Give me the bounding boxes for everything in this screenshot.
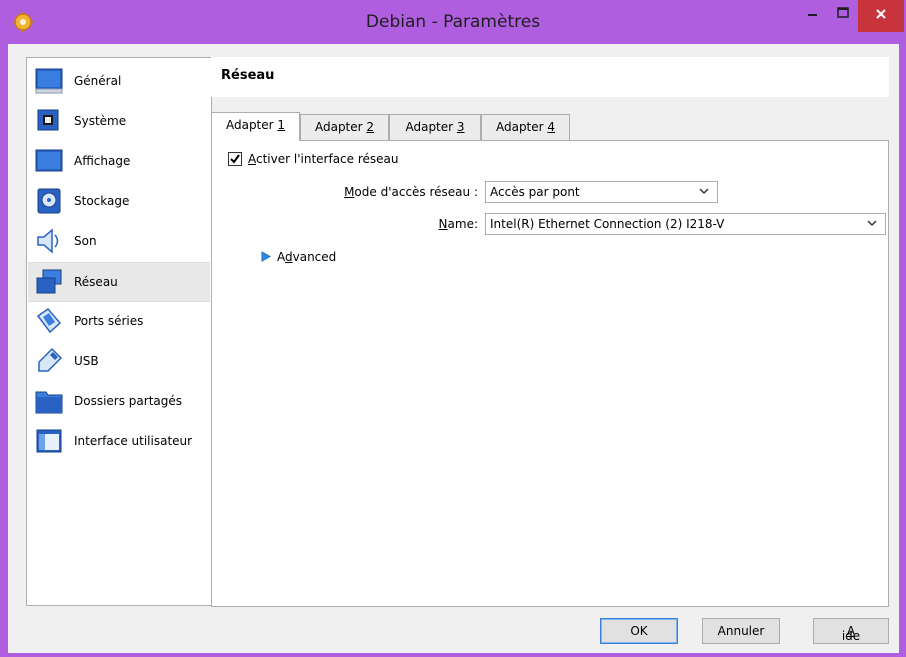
maximize-icon (837, 7, 849, 18)
sidebar-item-label: Dossiers partagés (74, 394, 183, 408)
label-text: ame: (447, 217, 478, 231)
tab-adapter-4[interactable]: Adapter 4 (481, 114, 570, 140)
tab-label: Adapter (314, 120, 367, 134)
sidebar-item-label: Système (74, 114, 127, 128)
checkmark-icon (230, 154, 240, 164)
sidebar-item-label: Général (74, 74, 122, 88)
ok-button[interactable]: OK (600, 618, 678, 644)
display-monitor-icon (35, 149, 63, 172)
expand-triangle-icon (261, 251, 271, 262)
close-icon (876, 9, 886, 19)
tab-label: Adapter (225, 118, 278, 132)
sidebar-item-storage[interactable]: Stockage (28, 182, 210, 222)
close-button[interactable] (858, 0, 904, 32)
sidebar-item-label: Stockage (74, 194, 130, 208)
sidebar-item-general[interactable]: Général (28, 62, 210, 102)
sidebar-item-display[interactable]: Affichage (28, 142, 210, 182)
sidebar-item-user-interface[interactable]: Interface utilisateur (28, 422, 210, 462)
system-chip-icon (37, 109, 59, 131)
sidebar-item-audio[interactable]: Son (28, 222, 210, 262)
sidebar-item-label: Ports séries (74, 314, 144, 328)
button-label: Annuler (717, 624, 765, 638)
tab-adapter-2[interactable]: Adapter 2 (300, 114, 389, 140)
chevron-down-icon (699, 188, 709, 195)
window-title: Debian - Paramètres (365, 12, 541, 32)
general-icon (35, 68, 63, 94)
minimize-button[interactable] (796, 0, 829, 32)
tab-adapter-3[interactable]: Adapter 3 (389, 114, 481, 140)
sidebar-item-label: Affichage (74, 154, 131, 168)
attached-to-select[interactable]: Accès par pont (485, 181, 718, 203)
tab-label: Adapter (495, 120, 548, 134)
sidebar-item-label: Réseau (74, 275, 118, 289)
label-text: ide (841, 629, 861, 643)
attached-to-label: Mode d'accès réseau : (312, 185, 478, 199)
maximize-button[interactable] (829, 0, 857, 32)
speaker-icon (37, 228, 59, 254)
advanced-label: Advanced (277, 250, 336, 264)
title-bar[interactable]: Debian - Paramètres (0, 0, 906, 44)
network-icon (36, 269, 62, 294)
label-text: vanced (292, 250, 337, 264)
sidebar-item-serial-ports[interactable]: Ports séries (28, 302, 210, 342)
settings-window: Debian - Paramètres Général Système Affi… (0, 0, 906, 657)
sidebar-item-system[interactable]: Système (28, 102, 210, 142)
chevron-down-icon (867, 220, 877, 227)
page-header: Réseau (211, 57, 889, 97)
adapter-name-value: Intel(R) Ethernet Connection (2) I218-V (490, 217, 725, 231)
shared-folder-icon (35, 391, 63, 414)
button-label: OK (630, 624, 648, 638)
label-text: ctiver l'interface réseau (256, 152, 399, 166)
label-mnemonic: d (285, 250, 293, 264)
serial-port-icon (36, 307, 62, 334)
adapter-panel: Activer l'interface réseau Mode d'accès … (211, 140, 889, 607)
tab-mnemonic: 4 (547, 120, 556, 134)
sidebar-item-label: Son (74, 234, 97, 248)
settings-sidebar: Général Système Affichage Stockage Son R… (26, 57, 212, 606)
tab-mnemonic: 2 (366, 120, 375, 134)
tab-mnemonic: 1 (277, 118, 286, 132)
enable-adapter-checkbox[interactable] (228, 152, 242, 166)
usb-icon (38, 347, 63, 372)
adapter-name-label: Name: (362, 217, 478, 231)
tab-label: Adapter (405, 120, 457, 134)
cancel-button[interactable]: Annuler (702, 618, 780, 644)
dialog-body: Général Système Affichage Stockage Son R… (8, 44, 899, 653)
sidebar-item-shared-folders[interactable]: Dossiers partagés (28, 382, 210, 422)
label-mnemonic: M (344, 185, 355, 199)
adapter-name-select[interactable]: Intel(R) Ethernet Connection (2) I218-V (485, 213, 886, 235)
sidebar-item-usb[interactable]: USB (28, 342, 210, 382)
label-text: A (277, 250, 285, 264)
attached-to-value: Accès par pont (490, 185, 580, 199)
sidebar-item-label: USB (74, 354, 99, 368)
label-mnemonic: A (248, 152, 256, 166)
enable-adapter-label[interactable]: Activer l'interface réseau (248, 152, 398, 166)
tab-mnemonic: 3 (456, 120, 465, 134)
page-title: Réseau (221, 68, 275, 83)
user-interface-icon (36, 429, 62, 453)
storage-disk-icon (37, 188, 61, 214)
label-text: ode d'accès réseau : (354, 185, 478, 199)
label-mnemonic: N (438, 217, 448, 231)
sidebar-item-label: Interface utilisateur (74, 434, 193, 448)
button-label: Aide (814, 624, 888, 643)
help-button[interactable]: Aide (813, 618, 889, 644)
minimize-icon (808, 14, 817, 16)
sidebar-item-network[interactable]: Réseau (28, 262, 210, 302)
tab-adapter-1[interactable]: Adapter 1 (211, 112, 300, 141)
